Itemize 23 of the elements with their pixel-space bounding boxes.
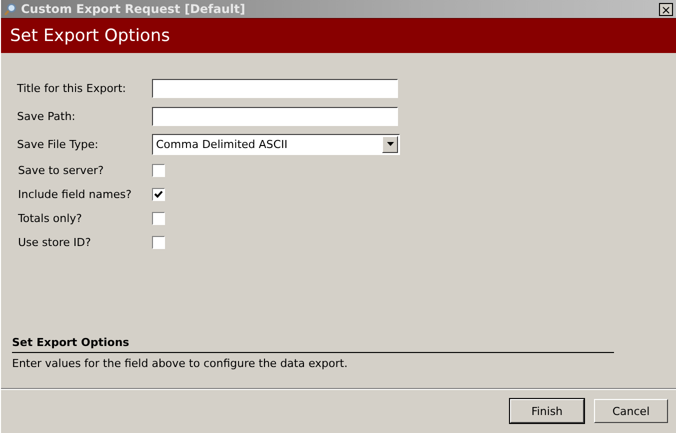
field-label: Save Path:: [17, 110, 76, 122]
dialog-button[interactable]: Cancel: [594, 399, 668, 423]
magnifier-icon: [4, 2, 17, 16]
help-text: Enter values for the field above to configure the data export.: [12, 356, 349, 370]
checkbox-label: Include field names?: [18, 188, 133, 200]
field-label: Save File Type:: [17, 138, 100, 150]
checkbox[interactable]: [152, 236, 165, 248]
checkbox-label: Totals only?: [18, 212, 84, 224]
dropdown-field[interactable]: Comma Delimited ASCII: [152, 134, 400, 154]
checkbox-label: Use store ID?: [18, 236, 92, 248]
dialog-button[interactable]: Finish: [510, 399, 584, 423]
caret-icon: [386, 142, 394, 146]
help-heading: Set Export Options: [12, 336, 614, 353]
page-heading: Set Export Options: [10, 26, 170, 46]
input-field[interactable]: [152, 106, 398, 126]
checkbox-label: Save to server?: [18, 164, 105, 176]
field-label: Title for this Export:: [17, 82, 127, 94]
checkbox[interactable]: [152, 164, 165, 176]
close-button[interactable]: ×: [659, 2, 673, 16]
window-title: Custom Export Request [Default]: [21, 2, 246, 16]
checkbox[interactable]: [152, 188, 165, 200]
input-field[interactable]: [152, 78, 398, 98]
checkbox[interactable]: [152, 212, 165, 224]
